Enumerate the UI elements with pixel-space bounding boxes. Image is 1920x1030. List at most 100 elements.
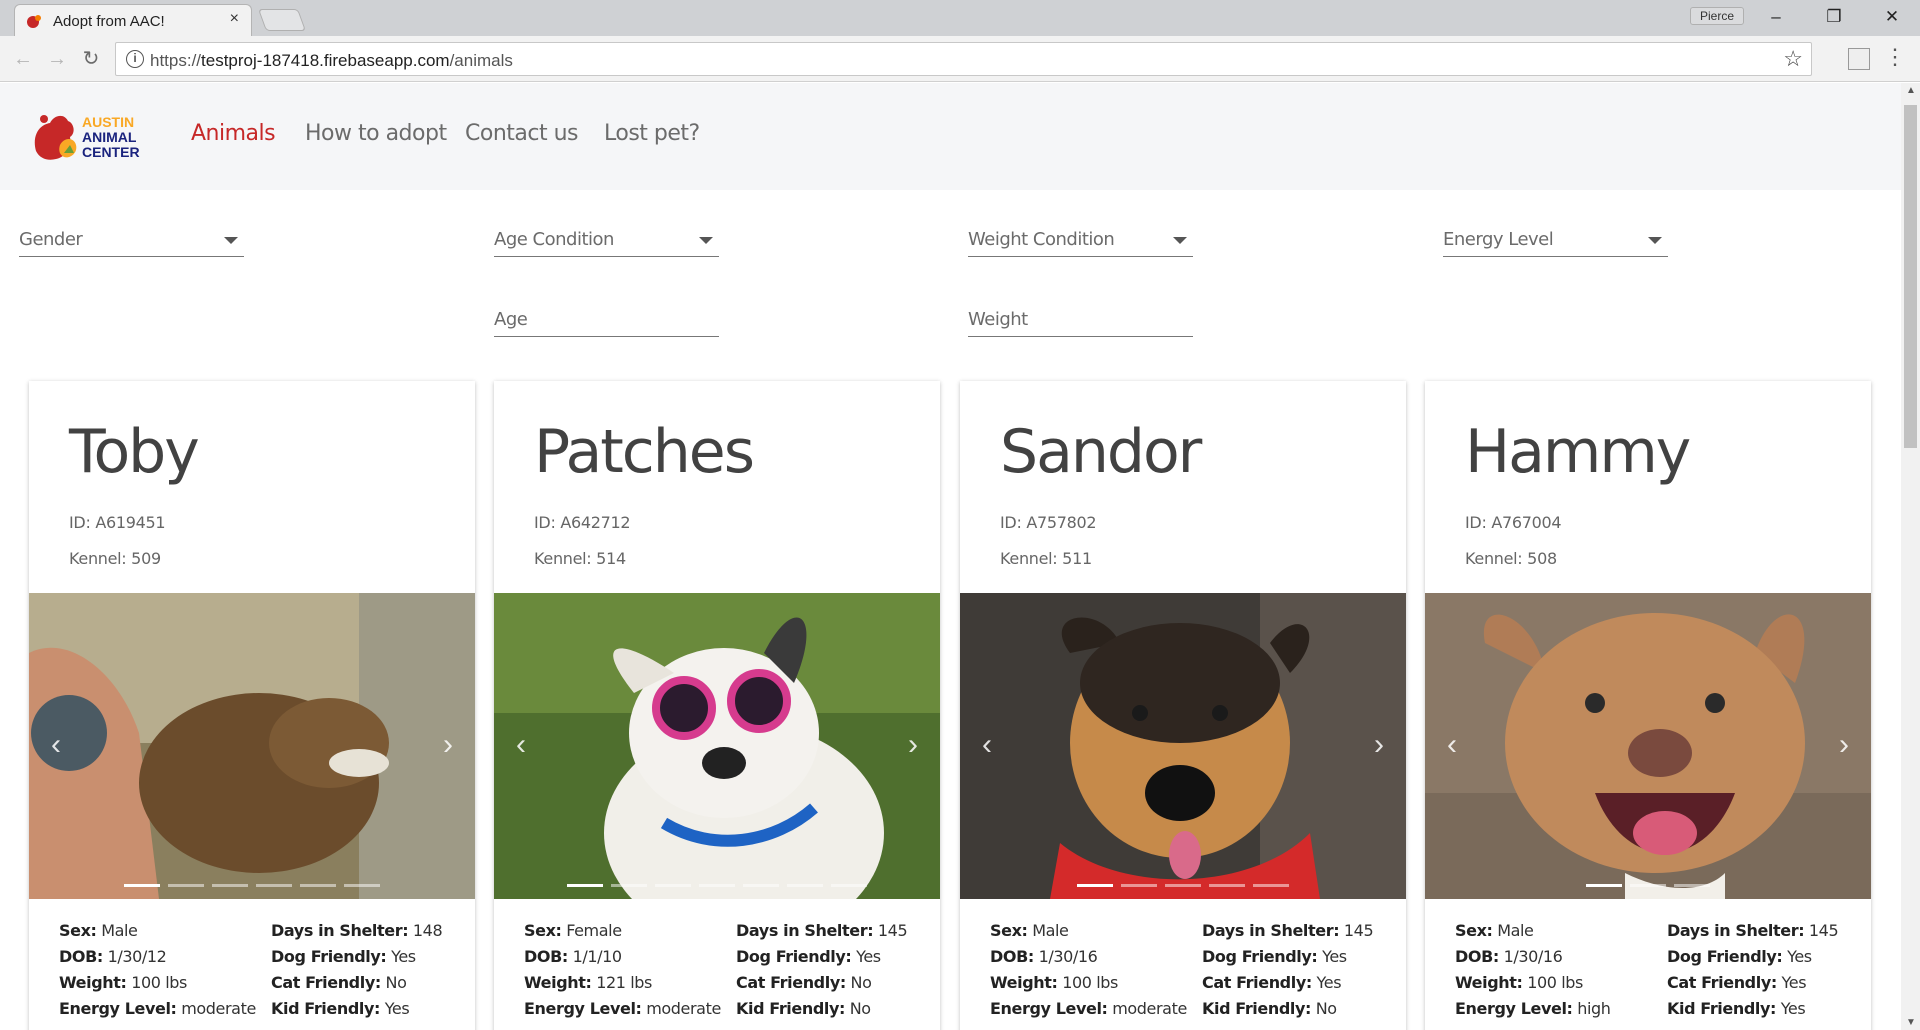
carousel-prev-icon[interactable]: ‹ <box>1447 728 1457 762</box>
animal-weight: 121 lbs <box>596 973 652 992</box>
energy-level-select[interactable]: Energy Level <box>1443 223 1668 257</box>
animal-weight: 100 lbs <box>1062 973 1118 992</box>
carousel-indicator[interactable] <box>787 884 823 887</box>
animal-photo-carousel[interactable]: ‹ › <box>29 593 475 899</box>
carousel-indicator[interactable] <box>344 884 380 887</box>
animal-kid-friendly: No <box>849 999 871 1018</box>
back-icon[interactable]: ← <box>10 46 36 72</box>
page-scrollbar[interactable]: ▲ ▼ <box>1901 83 1920 1030</box>
animal-days: 148 <box>412 921 443 940</box>
carousel-prev-icon[interactable]: ‹ <box>516 728 526 762</box>
carousel-next-icon[interactable]: › <box>1374 728 1384 762</box>
carousel-next-icon[interactable]: › <box>1839 728 1849 762</box>
animal-dob: 1/30/16 <box>1503 947 1563 966</box>
animal-photo-carousel[interactable]: ‹ › <box>494 593 940 899</box>
animal-kid-friendly: Yes <box>384 999 410 1018</box>
nav-lost-pet[interactable]: Lost pet? <box>604 121 700 146</box>
animal-photo-carousel[interactable]: ‹ › <box>1425 593 1871 899</box>
carousel-indicator[interactable] <box>1165 884 1201 887</box>
carousel-indicator[interactable] <box>611 884 647 887</box>
weight-condition-select[interactable]: Weight Condition <box>968 223 1193 257</box>
browser-toolbar: ← → ↻ i https://testproj-187418.firebase… <box>0 36 1920 82</box>
carousel-prev-icon[interactable]: ‹ <box>982 728 992 762</box>
animal-name: Toby <box>69 417 200 487</box>
scrollbar-thumb[interactable] <box>1904 105 1917 448</box>
carousel-indicator[interactable] <box>831 884 867 887</box>
url-text[interactable]: https://testproj-187418.firebaseapp.com/… <box>150 51 513 71</box>
animal-card[interactable]: Toby ID: A619451 Kennel: 509 ‹ › Sex: Ma… <box>29 381 475 1030</box>
nav-contact-us[interactable]: Contact us <box>465 121 579 146</box>
weight-input[interactable]: Weight <box>968 303 1193 337</box>
address-bar[interactable]: i https://testproj-187418.firebaseapp.co… <box>115 42 1812 76</box>
scroll-down-icon[interactable]: ▼ <box>1906 1017 1916 1028</box>
carousel-indicator[interactable] <box>699 884 735 887</box>
carousel-indicator[interactable] <box>124 884 160 887</box>
age-input[interactable]: Age <box>494 303 719 337</box>
animal-name: Patches <box>534 417 755 487</box>
carousel-indicators[interactable] <box>29 884 475 887</box>
animal-id: ID: A619451 <box>69 513 166 532</box>
carousel-next-icon[interactable]: › <box>443 728 453 762</box>
dog-photo <box>960 593 1406 899</box>
carousel-indicator[interactable] <box>1077 884 1113 887</box>
restore-icon[interactable]: ❐ <box>1806 0 1862 34</box>
carousel-indicator[interactable] <box>212 884 248 887</box>
animal-kennel: Kennel: 509 <box>69 549 161 568</box>
window-close-icon[interactable]: ✕ <box>1864 0 1920 34</box>
minimize-icon[interactable]: – <box>1748 0 1804 34</box>
carousel-indicators[interactable] <box>494 884 940 887</box>
extension-icon[interactable] <box>1848 48 1870 70</box>
tab-close-icon[interactable]: × <box>230 10 239 28</box>
animal-energy: moderate <box>646 999 721 1018</box>
animal-cat-friendly: Yes <box>1316 973 1342 992</box>
carousel-indicator[interactable] <box>1209 884 1245 887</box>
animal-card[interactable]: Patches ID: A642712 Kennel: 514 ‹ › Sex:… <box>494 381 940 1030</box>
austin-animal-center-logo[interactable]: AUSTIN ANIMAL CENTER <box>30 107 150 165</box>
carousel-indicator[interactable] <box>1630 884 1666 887</box>
nav-how-to-adopt[interactable]: How to adopt <box>305 121 447 146</box>
animal-days: 145 <box>877 921 908 940</box>
animal-dob: 1/1/10 <box>572 947 623 966</box>
carousel-indicator[interactable] <box>256 884 292 887</box>
scroll-up-icon[interactable]: ▲ <box>1906 85 1916 96</box>
browser-menu-icon[interactable]: ⋮ <box>1884 44 1906 70</box>
carousel-indicator[interactable] <box>567 884 603 887</box>
new-tab-button[interactable] <box>257 9 307 31</box>
animal-id: ID: A642712 <box>534 513 631 532</box>
animal-kid-friendly: Yes <box>1780 999 1806 1018</box>
svg-text:AUSTIN: AUSTIN <box>82 114 134 130</box>
animal-days: 145 <box>1343 921 1374 940</box>
age-condition-select[interactable]: Age Condition <box>494 223 719 257</box>
animal-kid-friendly: No <box>1315 999 1337 1018</box>
carousel-indicator[interactable] <box>743 884 779 887</box>
animal-photo-carousel[interactable]: ‹ › <box>960 593 1406 899</box>
carousel-indicator[interactable] <box>1253 884 1289 887</box>
animal-card[interactable]: Sandor ID: A757802 Kennel: 511 ‹ › Sex: <box>960 381 1406 1030</box>
carousel-indicator[interactable] <box>300 884 336 887</box>
gender-select[interactable]: Gender <box>19 223 244 257</box>
carousel-indicator[interactable] <box>1121 884 1157 887</box>
animal-weight: 100 lbs <box>1527 973 1583 992</box>
info-icon[interactable]: i <box>126 50 144 68</box>
carousel-next-icon[interactable]: › <box>908 728 918 762</box>
carousel-indicator[interactable] <box>655 884 691 887</box>
aac-favicon-icon <box>27 15 41 28</box>
carousel-indicator[interactable] <box>1674 884 1710 887</box>
nav-animals[interactable]: Animals <box>191 121 276 146</box>
site-navbar: AUSTIN ANIMAL CENTER Animals How to adop… <box>0 83 1901 190</box>
forward-icon[interactable]: → <box>44 46 70 72</box>
reload-icon[interactable]: ↻ <box>78 46 104 72</box>
bookmark-star-icon[interactable]: ☆ <box>1783 46 1803 72</box>
chevron-down-icon <box>699 237 713 244</box>
chevron-down-icon <box>1648 237 1662 244</box>
browser-tab[interactable]: Adopt from AAC! × <box>14 4 252 36</box>
animal-cat-friendly: No <box>850 973 872 992</box>
carousel-indicator[interactable] <box>1586 884 1622 887</box>
carousel-indicators[interactable] <box>960 884 1406 887</box>
carousel-indicator[interactable] <box>168 884 204 887</box>
carousel-indicators[interactable] <box>1425 884 1871 887</box>
profile-button[interactable]: Pierce <box>1690 7 1744 25</box>
animal-dob: 1/30/12 <box>107 947 167 966</box>
carousel-prev-icon[interactable]: ‹ <box>51 728 61 762</box>
animal-card[interactable]: Hammy ID: A767004 Kennel: 508 ‹ › Sex: M… <box>1425 381 1871 1030</box>
